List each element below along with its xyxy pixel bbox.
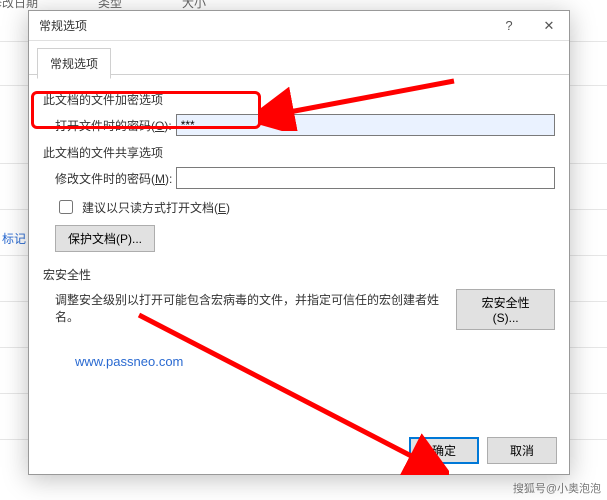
section-sharing: 此文档的文件共享选项	[43, 144, 555, 161]
modify-password-label: 修改文件时的密码(M):	[55, 170, 172, 187]
titlebar: 常规选项 ? ✕	[29, 11, 569, 41]
ok-button[interactable]: 确定	[409, 437, 479, 464]
readonly-checkbox-row: 建议以只读方式打开文档(E)	[55, 197, 555, 217]
sidebar-link-tags[interactable]: 标记	[2, 230, 26, 247]
section-macro: 宏安全性	[43, 266, 555, 283]
dialog-body: 此文档的文件加密选项 打开文件时的密码(O): 此文档的文件共享选项 修改文件时…	[29, 75, 569, 429]
dialog-footer: 确定 取消	[29, 429, 569, 474]
readonly-checkbox[interactable]	[59, 200, 73, 214]
modify-password-row: 修改文件时的密码(M):	[55, 167, 555, 189]
open-password-label: 打开文件时的密码(O):	[55, 117, 172, 134]
dialog-title: 常规选项	[39, 17, 489, 34]
close-button[interactable]: ✕	[529, 11, 569, 41]
macro-description: 调整安全级别以打开可能包含宏病毒的文件，并指定可信任的宏创建者姓名。	[55, 291, 456, 325]
section-encryption: 此文档的文件加密选项	[43, 91, 555, 108]
general-options-dialog: 常规选项 ? ✕ 常规选项 此文档的文件加密选项 打开文件时的密码(O): 此文…	[28, 10, 570, 475]
readonly-label: 建议以只读方式打开文档(E)	[82, 199, 230, 216]
cancel-button[interactable]: 取消	[487, 437, 557, 464]
help-button[interactable]: ?	[489, 11, 529, 41]
passneo-link[interactable]: www.passneo.com	[75, 354, 183, 369]
protect-row: 保护文档(P)...	[55, 225, 555, 252]
tab-strip: 常规选项	[29, 41, 569, 75]
open-password-row: 打开文件时的密码(O):	[55, 114, 555, 136]
protect-document-button[interactable]: 保护文档(P)...	[55, 225, 155, 252]
watermark: 搜狐号@小奥泡泡	[513, 480, 601, 496]
modify-password-input[interactable]	[176, 167, 555, 189]
macro-security-button[interactable]: 宏安全性(S)...	[456, 289, 555, 330]
open-password-input[interactable]	[176, 114, 555, 136]
